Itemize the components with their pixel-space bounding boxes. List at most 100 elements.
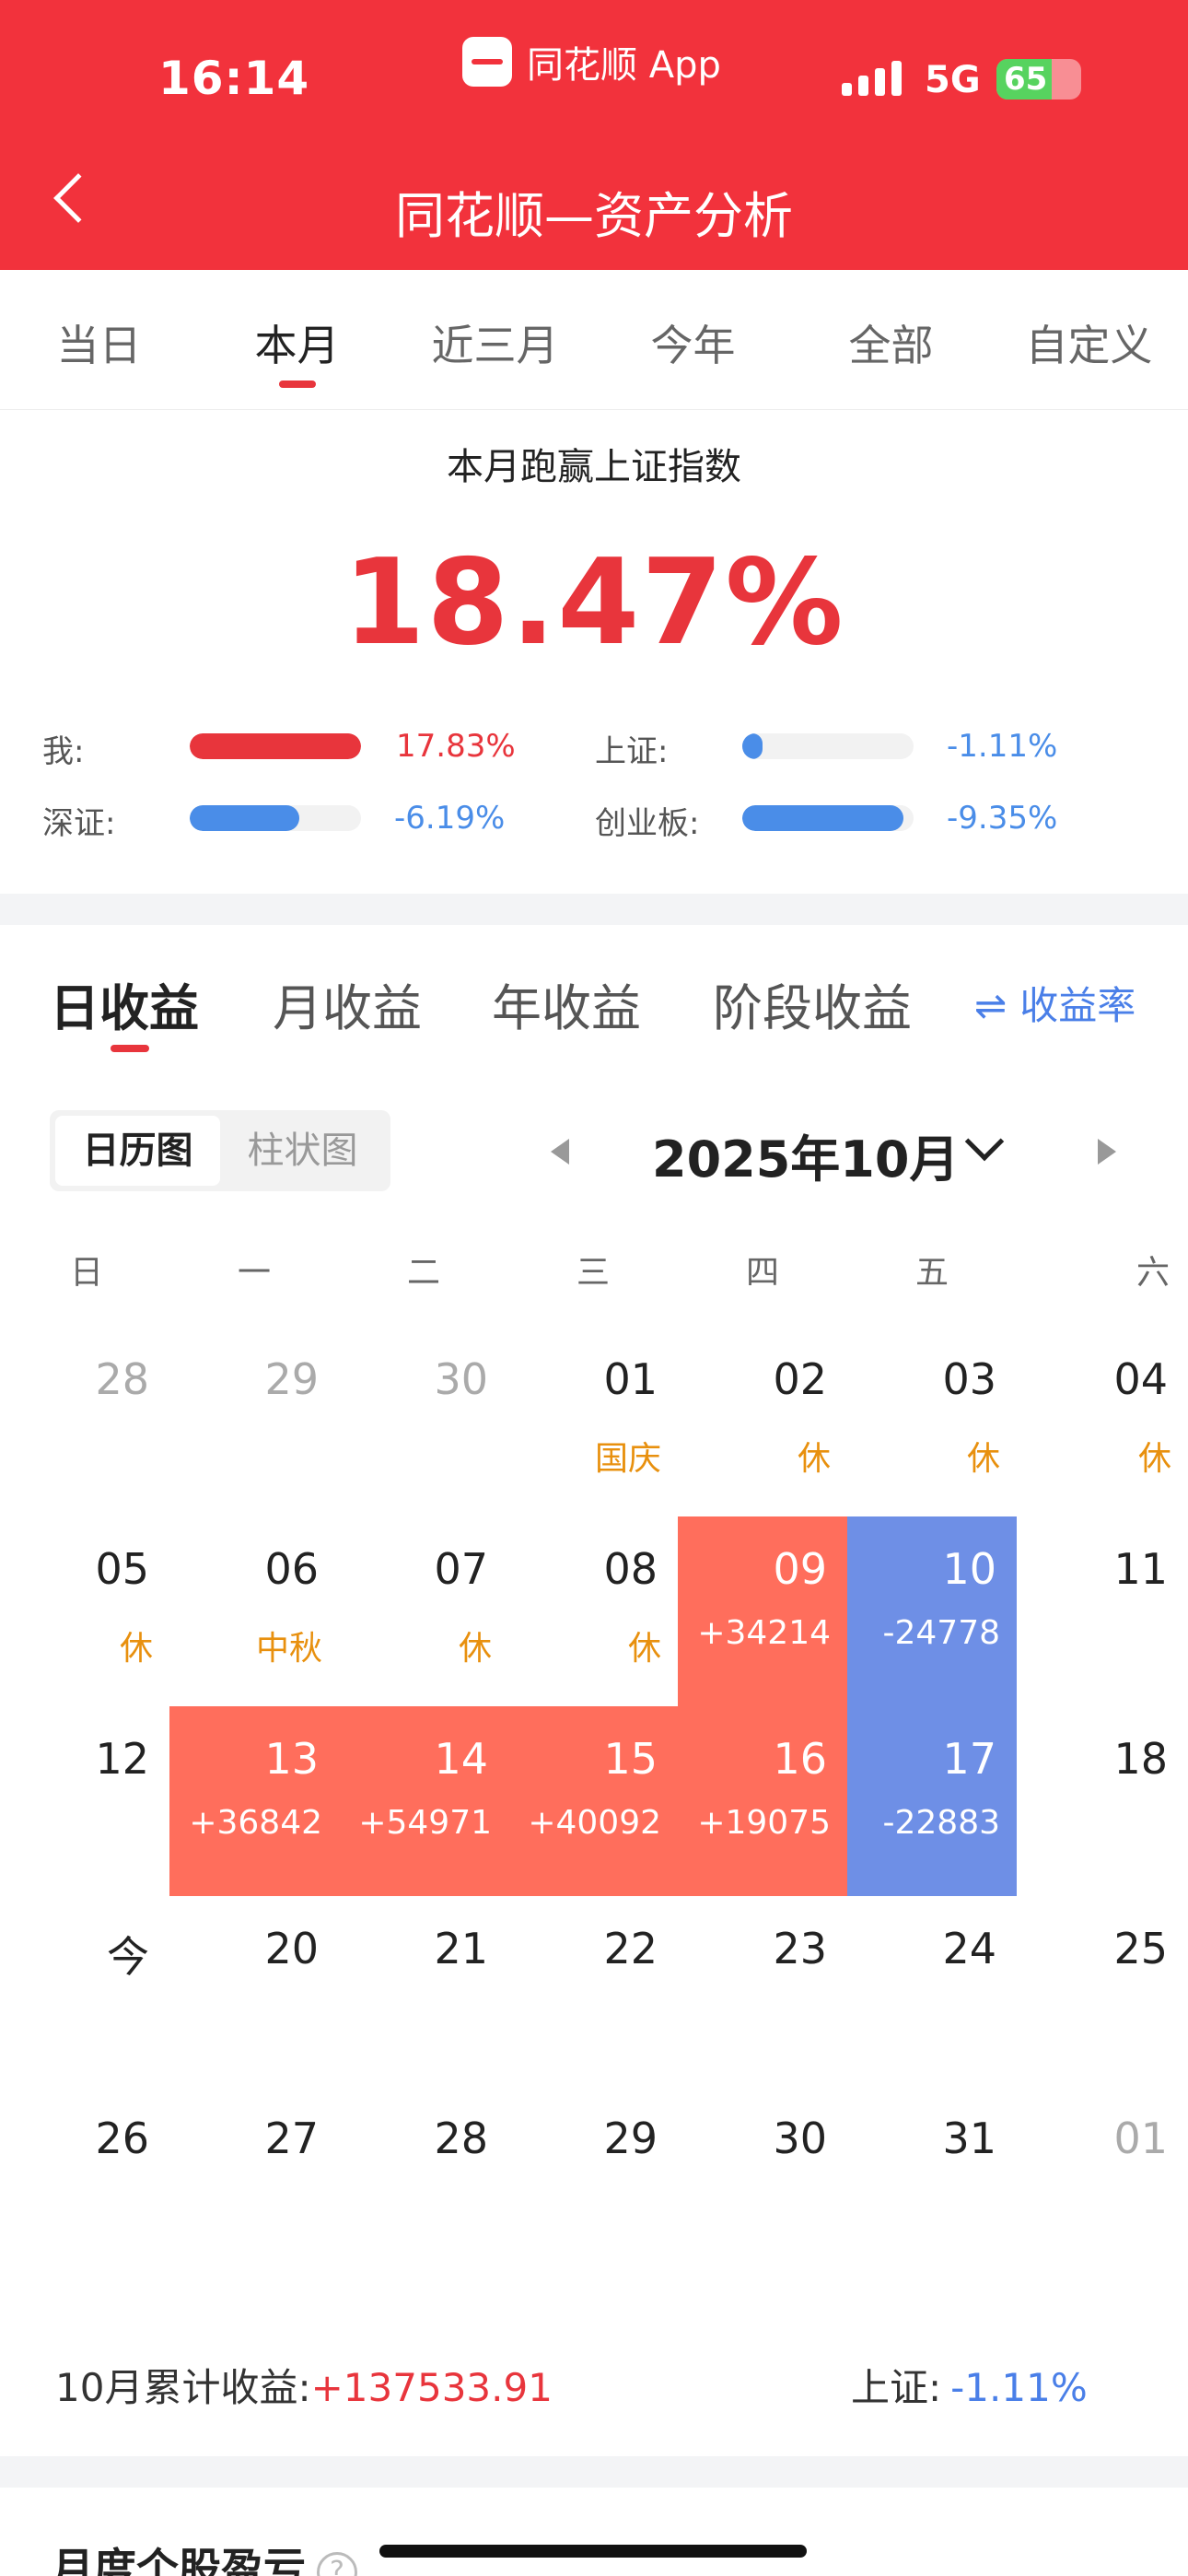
calendar-day[interactable]: 21 [339, 1896, 508, 2086]
calendar-day-number: 22 [603, 1924, 658, 1973]
calendar-day-number: 28 [434, 2113, 488, 2163]
calendar-day-number: 08 [603, 1544, 658, 1594]
calendar-day[interactable]: 07 休 [339, 1516, 508, 1706]
calendar-day-holiday: 休 [1137, 1440, 1171, 1478]
calendar-day[interactable]: 27 [169, 2086, 339, 2276]
calendar-day[interactable]: 17 -22883 [847, 1706, 1017, 1896]
calendar-day-number: 21 [434, 1924, 488, 1973]
tab-yearly-earnings[interactable]: 年收益 [492, 967, 641, 1040]
calendar-day-number: 17 [942, 1734, 996, 1784]
calendar-day[interactable]: 16 +19075 [678, 1706, 847, 1896]
calendar-day[interactable]: 30 [339, 1327, 508, 1516]
next-month-icon[interactable] [1098, 1139, 1116, 1165]
calendar-day-holiday: 休 [797, 1440, 831, 1478]
calendar-day[interactable]: 22 [508, 1896, 678, 2086]
active-tab-indicator [111, 1045, 149, 1052]
calendar-day-number: 01 [1113, 2113, 1168, 2163]
calendar-day[interactable]: 28 [339, 2086, 508, 2276]
weekday-header: 日 一 二 三 四 五 六 [0, 1246, 1188, 1292]
help-icon[interactable]: ? [317, 2551, 357, 2576]
calendar-day[interactable]: 01 国庆 [508, 1327, 678, 1516]
calendar-day[interactable]: 24 [847, 1896, 1017, 2086]
calendar-day[interactable]: 04 休 [1017, 1327, 1188, 1516]
calendar-day-profit: -24778 [882, 1614, 1000, 1652]
rate-toggle-button[interactable]: ⇌ 收益率 [974, 975, 1136, 1031]
compare-label: 上证: [595, 733, 669, 770]
section-divider [0, 894, 1188, 925]
calendar-day[interactable]: 20 [169, 1896, 339, 2086]
calendar-day-number: 09 [773, 1544, 827, 1594]
shanghai-label: 上证: [851, 2365, 942, 2410]
calendar-day-holiday: 中秋 [255, 1630, 322, 1668]
calendar-day[interactable]: 06 中秋 [169, 1516, 339, 1706]
calendar-day-number: 31 [942, 2113, 996, 2163]
calendar-day-number: 05 [95, 1544, 149, 1594]
compare-label: 创业板: [595, 805, 700, 842]
earnings-tabs: 日收益 月收益 年收益 阶段收益 ⇌ 收益率 [0, 925, 1188, 1063]
calendar-day[interactable]: 12 [0, 1706, 169, 1896]
calendar-day[interactable]: 10 -24778 [847, 1516, 1017, 1706]
period-tabs: 当日 本月 近三月 今年 全部 自定义 [0, 270, 1188, 410]
calendar-day-number: 27 [264, 2113, 319, 2163]
calendar-day-holiday: 国庆 [594, 1440, 661, 1478]
shanghai-value: -1.11% [950, 2365, 1088, 2410]
calendar-day-number: 30 [773, 2113, 827, 2163]
calendar-day[interactable]: 18 [1017, 1706, 1188, 1896]
calendar-day-holiday: 休 [119, 1630, 153, 1668]
calendar-day[interactable]: 11 [1017, 1516, 1188, 1706]
calendar-day[interactable]: 29 [508, 2086, 678, 2276]
tab-this-month[interactable]: 本月 [198, 270, 396, 409]
chevron-down-icon[interactable] [964, 1121, 1005, 1162]
calendar-day-number: 23 [773, 1924, 827, 1973]
calendar-day[interactable]: 29 [169, 1327, 339, 1516]
tab-period-earnings[interactable]: 阶段收益 [713, 967, 912, 1040]
calendar-day[interactable]: 14 +54971 [339, 1706, 508, 1896]
calendar-day-number: 11 [1113, 1544, 1168, 1594]
month-label[interactable]: 2025年10月 [652, 1118, 959, 1191]
app-logo-icon [462, 37, 512, 87]
calendar-day[interactable]: 01 [1017, 2086, 1188, 2276]
tab-custom[interactable]: 自定义 [990, 270, 1188, 409]
tab-daily-earnings[interactable]: 日收益 [50, 967, 199, 1040]
status-app-indicator[interactable]: 同花顺 App [462, 35, 721, 88]
calendar-day-holiday: 休 [458, 1630, 492, 1668]
compare-pct: -9.35% [947, 800, 1058, 837]
calendar-day[interactable]: 08 休 [508, 1516, 678, 1706]
calendar-day[interactable]: 15 +40092 [508, 1706, 678, 1896]
tab-today[interactable]: 当日 [0, 270, 198, 409]
section-title: 月度个股盈亏? [52, 2535, 357, 2576]
calendar-day[interactable]: 05 休 [0, 1516, 169, 1706]
calendar-day-profit: -22883 [882, 1804, 1000, 1842]
weekday-label: 二 [406, 1254, 440, 1292]
bar-view-button[interactable]: 柱状图 [220, 1116, 385, 1186]
tab-this-year[interactable]: 今年 [594, 270, 792, 409]
calendar-day-number: 16 [773, 1734, 827, 1784]
view-switch: 日历图 柱状图 [50, 1110, 390, 1191]
tab-three-months[interactable]: 近三月 [396, 270, 594, 409]
rate-toggle-label: 收益率 [1019, 983, 1136, 1028]
calendar-day[interactable]: 25 [1017, 1896, 1188, 2086]
calendar-day[interactable]: 30 [678, 2086, 847, 2276]
compare-shanghai: 上证: -1.11% [0, 726, 1188, 770]
calendar-view-button[interactable]: 日历图 [55, 1116, 220, 1186]
calendar-day[interactable]: 26 [0, 2086, 169, 2276]
calendar-day-holiday: 休 [966, 1440, 1000, 1478]
calendar-day[interactable]: 今 [0, 1896, 169, 2086]
status-app-name: 同花顺 App [527, 44, 721, 87]
calendar-day[interactable]: 31 [847, 2086, 1017, 2276]
calendar-day-number: 12 [95, 1734, 149, 1784]
calendar-day-profit: +40092 [528, 1804, 661, 1842]
calendar-day[interactable]: 02 休 [678, 1327, 847, 1516]
calendar-day[interactable]: 13 +36842 [169, 1706, 339, 1896]
calendar-day[interactable]: 09 +34214 [678, 1516, 847, 1706]
calendar-day-number: 01 [603, 1354, 658, 1404]
tab-all[interactable]: 全部 [792, 270, 990, 409]
calendar-day-number: 今 [107, 1932, 149, 1982]
calendar-day[interactable]: 03 休 [847, 1327, 1017, 1516]
calendar-day[interactable]: 23 [678, 1896, 847, 2086]
prev-month-icon[interactable] [551, 1139, 569, 1165]
tab-monthly-earnings[interactable]: 月收益 [273, 967, 422, 1040]
calendar-day[interactable]: 28 [0, 1327, 169, 1516]
compare-chinext: 创业板: -9.35% [0, 798, 1188, 842]
calendar-day-number: 14 [434, 1734, 488, 1784]
